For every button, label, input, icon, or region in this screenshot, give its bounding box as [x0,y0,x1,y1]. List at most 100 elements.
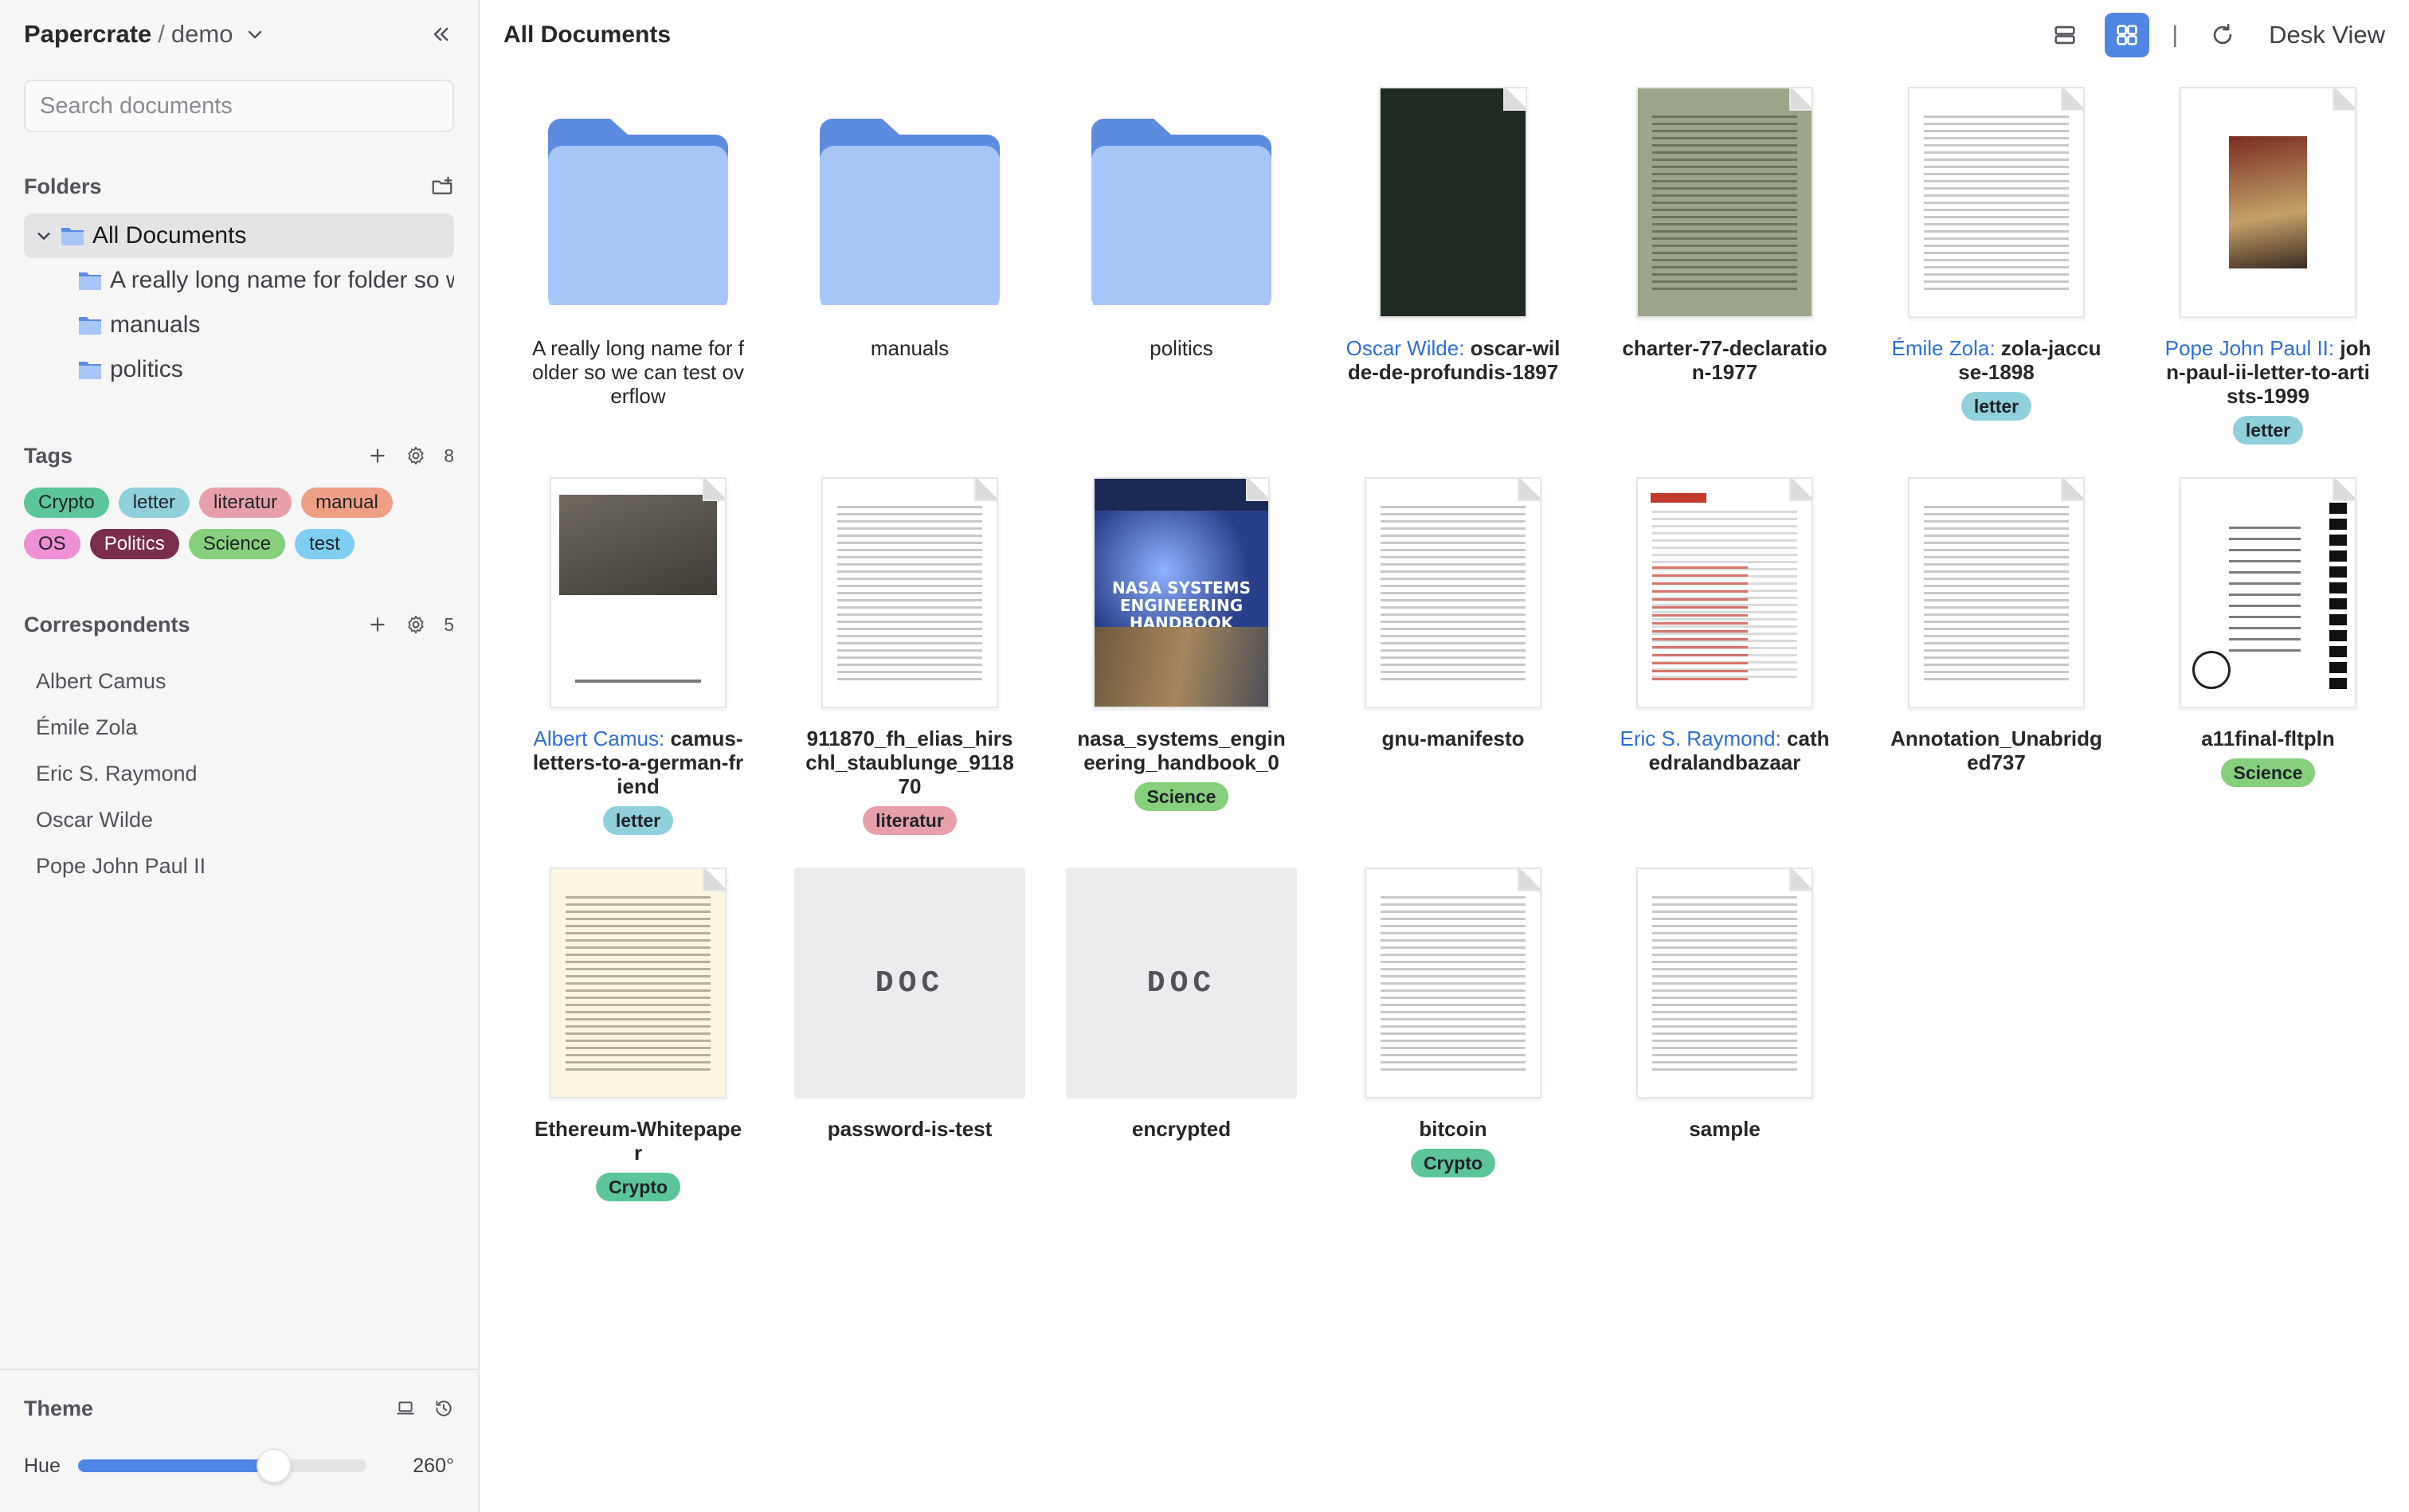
thumbnail-area [774,473,1045,712]
correspondents-title: Correspondents [24,612,190,637]
gear-icon[interactable] [405,614,426,635]
theme-title: Theme [24,1396,94,1420]
folder-card[interactable]: manuals [774,83,1045,473]
new-folder-icon[interactable] [430,174,454,198]
folders-header: Folders [24,170,454,202]
document-thumbnail [821,477,998,708]
grid-view-icon[interactable] [2105,13,2150,57]
document-thumbnail [1365,868,1541,1099]
correspondent-item[interactable]: Albert Camus [24,658,454,704]
document-card[interactable]: gnu-manifesto [1318,473,1588,864]
document-card[interactable]: DOC password-is-test [774,864,1045,1254]
document-card[interactable]: Ethereum-Whitepaper Crypto [503,864,774,1254]
document-card[interactable]: Eric S. Raymond: cathedralandbazaar [1589,473,1860,864]
tag-chip[interactable]: Politics [89,529,179,559]
document-tag[interactable]: letter [602,806,674,835]
workspace-switcher[interactable]: Papercrate / demo [24,18,454,51]
laptop-icon[interactable] [395,1398,416,1419]
document-card[interactable]: sample [1589,864,1860,1254]
tag-chip[interactable]: literatur [199,488,292,518]
document-tag[interactable]: literatur [863,806,957,835]
document-card[interactable]: 911870_fh_elias_hirschl_staublunge_91187… [774,473,1045,864]
document-title: politics [1074,336,1289,360]
document-name: Ethereum-Whitepaper [534,1117,742,1165]
hue-slider-thumb[interactable] [257,1448,292,1483]
chevron-down-icon[interactable] [35,227,61,245]
gear-icon[interactable] [405,445,426,466]
document-name: password-is-test [827,1117,993,1141]
search-input[interactable] [24,80,454,132]
document-name: A really long name for folder so we can … [532,336,744,408]
correspondents-header: Correspondents 5 [24,609,454,640]
document-tag[interactable]: letter [1960,392,2032,421]
document-name: a11final-fltpln [2201,727,2335,750]
correspondent-link[interactable]: Émile Zola: [1892,336,1996,360]
tag-chip[interactable]: letter [118,488,190,518]
list-view-icon[interactable] [2043,13,2087,57]
folder-item-label: politics [110,356,183,382]
document-title: password-is-test [802,1117,1017,1141]
document-title: Eric S. Raymond: cathedralandbazaar [1617,727,1832,774]
document-title: gnu-manifesto [1346,727,1561,750]
document-card[interactable]: Pope John Paul II: john-paul-ii-letter-t… [2133,83,2403,473]
folders-title: Folders [24,174,102,198]
tag-list: Crypto letter literatur manual OS Politi… [24,488,454,559]
collapse-sidebar-icon[interactable] [425,19,456,49]
thumbnail-area [1589,83,1860,322]
add-correspondent-icon[interactable] [367,614,388,635]
document-tag[interactable]: Crypto [595,1173,681,1201]
correspondent-link[interactable]: Pope John Paul II: [2165,336,2334,360]
folder-item-long-name[interactable]: A really long name for folder so we can … [24,258,454,303]
document-card[interactable]: Albert Camus: camus-letters-to-a-german-… [503,473,774,864]
hue-slider[interactable] [77,1448,366,1483]
document-card[interactable]: Annotation_Unabridged737 [1861,473,2132,864]
document-card[interactable]: charter-77-declaration-1977 [1589,83,1860,473]
folder-item-label: manuals [110,311,201,338]
document-tag[interactable]: Science [1134,782,1229,811]
tag-chip[interactable]: Science [188,529,286,559]
document-card[interactable]: Émile Zola: zola-jaccuse-1898 letter [1861,83,2132,473]
hue-value: 260° [413,1454,454,1477]
document-card[interactable]: a11final-fltpln Science [2133,473,2403,864]
tag-chip[interactable]: manual [301,488,393,518]
document-title: a11final-fltpln [2160,727,2376,750]
document-card[interactable]: bitcoin Crypto [1318,864,1588,1254]
reset-history-icon[interactable] [433,1398,454,1419]
tag-chip[interactable]: OS [24,529,80,559]
document-name: nasa_systems_engineering_handbook_0 [1077,727,1286,774]
document-card[interactable]: NASA SYSTEMS ENGINEERING HANDBOOK nasa_sy… [1046,473,1317,864]
correspondent-item[interactable]: Eric S. Raymond [24,750,454,797]
correspondent-link[interactable]: Albert Camus: [533,727,664,750]
app: Papercrate / demo Folders [0,0,2409,1512]
folder-card[interactable]: A really long name for folder so we can … [503,83,774,473]
document-name: encrypted [1131,1117,1232,1141]
toolbar-separator: | [2172,22,2179,48]
document-tag[interactable]: Science [2220,758,2316,787]
add-tag-icon[interactable] [367,445,388,466]
refresh-icon[interactable] [2200,13,2245,57]
correspondent-item[interactable]: Pope John Paul II [24,843,454,889]
correspondent-link[interactable]: Oscar Wilde: [1346,336,1465,360]
document-name: gnu-manifesto [1381,727,1525,750]
correspondent-item[interactable]: Émile Zola [24,704,454,750]
desk-view-button[interactable]: Desk View [2269,21,2385,49]
document-card[interactable]: Oscar Wilde: oscar-wilde-de-profundis-18… [1318,83,1588,473]
folder-icon [79,272,101,290]
document-tag[interactable]: letter [2232,416,2304,445]
folder-item-politics[interactable]: politics [24,347,454,392]
correspondent-link[interactable]: Eric S. Raymond: [1620,727,1781,750]
correspondent-item[interactable]: Oscar Wilde [24,797,454,843]
tags-count: 8 [444,445,454,466]
folder-item-all-documents[interactable]: All Documents [24,213,454,258]
tag-chip[interactable]: Crypto [24,488,109,518]
cover-title: NASA SYSTEMS ENGINEERING HANDBOOK [1112,578,1251,633]
folder-item-manuals[interactable]: manuals [24,303,454,347]
document-grid: A really long name for folder so we can … [503,83,2403,1254]
document-card[interactable]: DOC encrypted [1046,864,1317,1254]
tag-chip[interactable]: test [295,529,354,559]
document-tag[interactable]: Crypto [1410,1149,1496,1177]
folder-card[interactable]: politics [1046,83,1317,473]
folder-icon [1091,119,1271,305]
thumbnail-area [1046,83,1317,322]
document-name: charter-77-declaration-1977 [1622,336,1827,384]
